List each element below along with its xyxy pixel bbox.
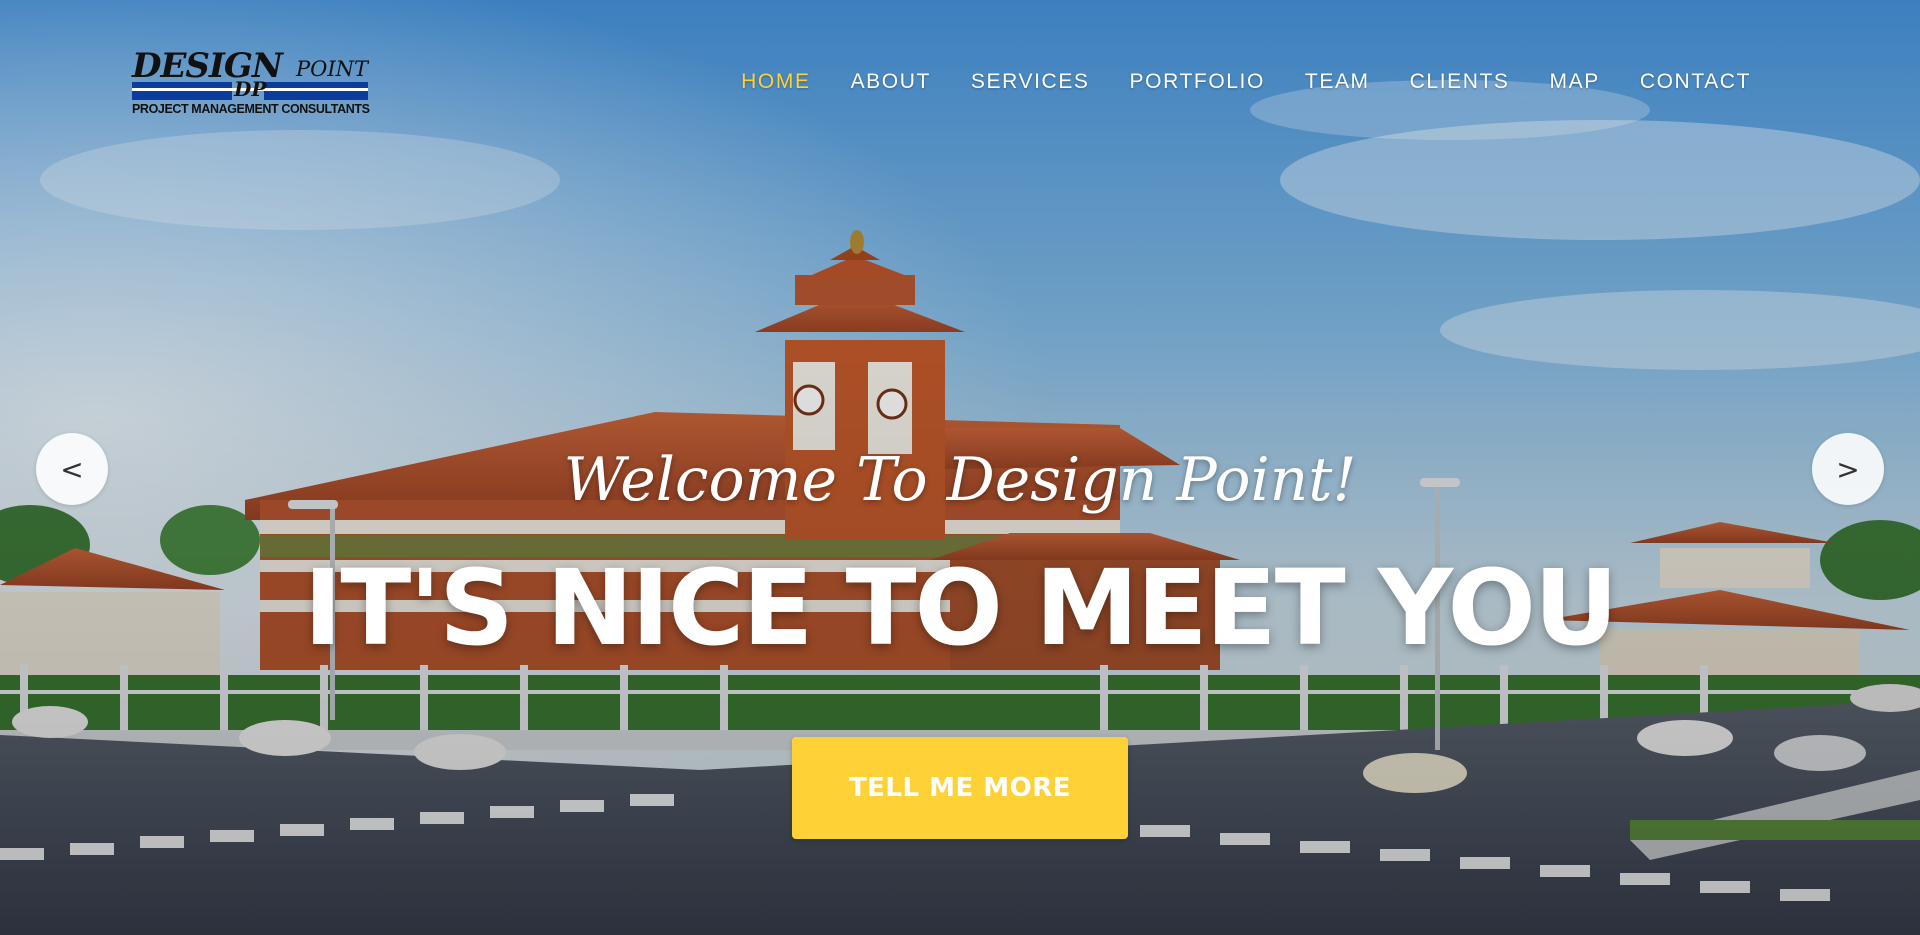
hero-lead-in: Welcome To Design Point! [563, 445, 1357, 515]
logo-bar-right [264, 82, 368, 100]
nav-link-portfolio[interactable]: PORTFOLIO [1110, 64, 1285, 100]
logo-monogram: DP [234, 77, 267, 101]
chevron-right-icon: > [1836, 452, 1860, 486]
nav-link-services[interactable]: SERVICES [951, 64, 1110, 100]
nav-link-contact[interactable]: CONTACT [1620, 64, 1771, 100]
carousel-prev-button[interactable]: < [36, 433, 108, 505]
hero-heading: IT'S NICE TO MEET YOU [303, 547, 1619, 669]
nav-link-clients[interactable]: CLIENTS [1390, 64, 1530, 100]
tell-me-more-button[interactable]: TELL ME MORE [792, 737, 1128, 839]
logo-bar-left [132, 82, 232, 100]
main-navbar: DESIGN POINT DP PROJECT MANAGEMENT CONSU… [0, 0, 1920, 165]
chevron-left-icon: < [60, 452, 84, 486]
nav-link-team[interactable]: TEAM [1285, 64, 1390, 100]
carousel-next-button[interactable]: > [1812, 433, 1884, 505]
nav-menu: HOME ABOUT SERVICES PORTFOLIO TEAM CLIEN… [721, 64, 1771, 100]
nav-link-map[interactable]: MAP [1530, 64, 1620, 100]
hero-section: DESIGN POINT DP PROJECT MANAGEMENT CONSU… [0, 0, 1920, 935]
nav-link-home[interactable]: HOME [721, 64, 830, 100]
logo-tagline: PROJECT MANAGEMENT CONSULTANTS [132, 102, 370, 116]
logo-wordmark-point: POINT [296, 57, 369, 81]
nav-link-about[interactable]: ABOUT [831, 64, 951, 100]
company-logo[interactable]: DESIGN POINT DP PROJECT MANAGEMENT CONSU… [132, 48, 370, 118]
